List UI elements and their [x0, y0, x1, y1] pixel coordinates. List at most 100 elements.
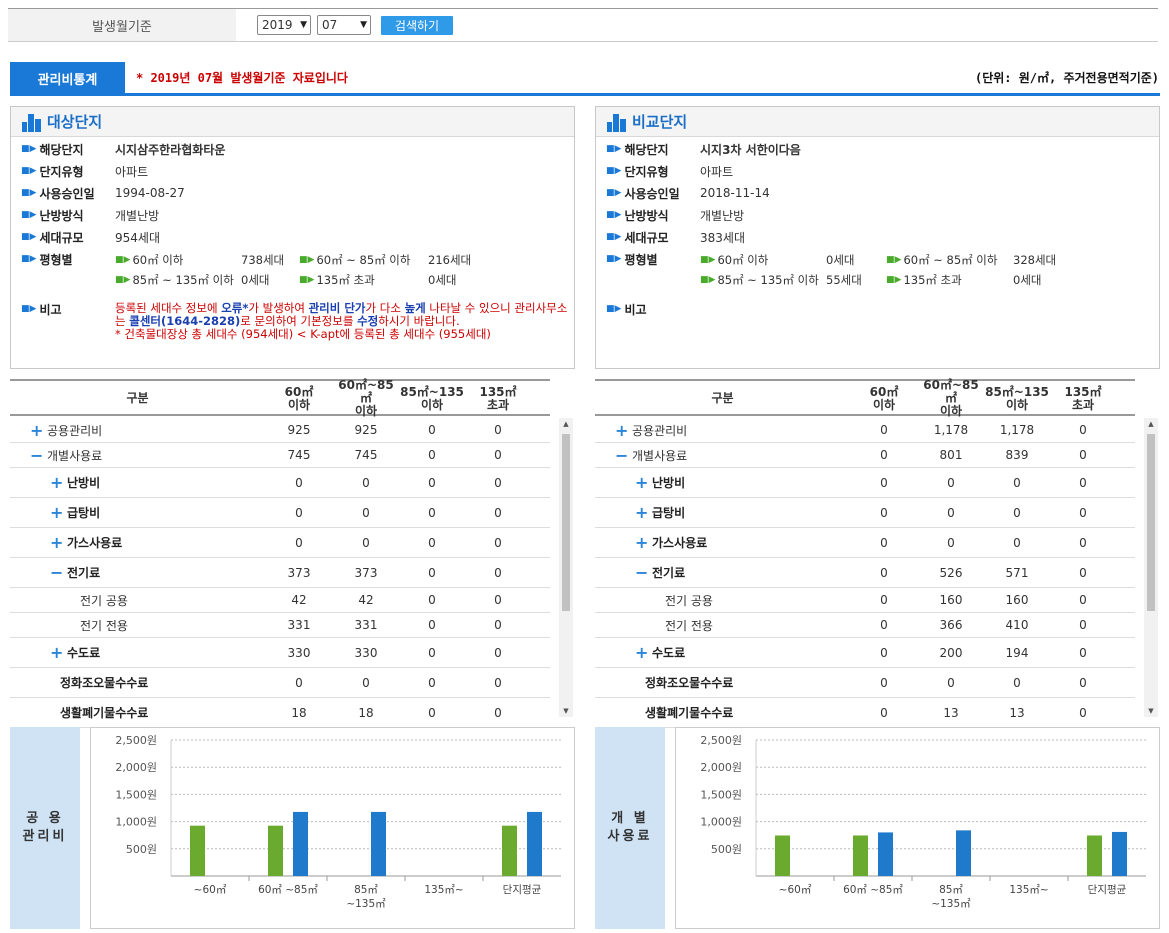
table-cell: 571: [1005, 565, 1029, 580]
x-tick-label: ~60㎡: [194, 884, 227, 896]
row-label: 전기 공용: [80, 593, 128, 608]
table-cell: 0: [947, 675, 955, 690]
bar: [371, 811, 386, 876]
table-scrollbar[interactable]: ▲ ▼: [1144, 418, 1158, 717]
arrow-icon: ■▶: [21, 254, 37, 264]
table-cell: 410: [1005, 618, 1029, 632]
size-count: 216세대: [428, 253, 472, 267]
table-row: 생활폐기물수수료 18 18 0 0: [10, 698, 550, 728]
table-cell: 0: [880, 645, 888, 660]
table-cell: 18: [291, 705, 307, 720]
scroll-up-icon[interactable]: ▲: [1144, 418, 1158, 430]
table-cell: 0: [494, 535, 502, 550]
y-tick-label: 500원: [711, 843, 742, 856]
table-cell: 42: [291, 593, 307, 607]
plus-icon[interactable]: +: [30, 421, 43, 440]
plus-icon[interactable]: +: [50, 533, 63, 552]
notice-text: * 2019년 07월 발생월기준 자료입니다: [136, 71, 348, 85]
table-cell: 0: [428, 675, 436, 690]
year-select[interactable]: 2019 ▼: [257, 15, 311, 35]
y-tick-label: 1,500원: [700, 788, 742, 801]
col-header: 60㎡ 이하: [869, 384, 899, 412]
minus-icon[interactable]: −: [50, 563, 63, 582]
plus-icon[interactable]: +: [50, 503, 63, 522]
row-label: 생활폐기물수수료: [645, 706, 734, 720]
table-row: − 개별사용료 745 745 0 0: [10, 443, 550, 468]
y-tick-label: 500원: [126, 843, 157, 856]
table-cell: 0: [880, 705, 888, 720]
plus-icon[interactable]: +: [635, 473, 648, 492]
bar: [502, 825, 517, 876]
table-cell: 0: [494, 505, 502, 520]
table-cell: 0: [1079, 535, 1087, 550]
plus-icon[interactable]: +: [50, 643, 63, 662]
arrow-icon: ■▶: [886, 275, 902, 285]
plus-icon[interactable]: +: [615, 421, 628, 440]
heating-type: 개별난방: [115, 208, 160, 223]
size-label: ■▶ 60㎡ 이하: [115, 253, 184, 267]
minus-icon[interactable]: −: [615, 446, 628, 465]
scroll-up-icon[interactable]: ▲: [559, 418, 573, 430]
info-row-type: ■▶ 단지유형 아파트: [606, 164, 734, 179]
plus-icon[interactable]: +: [635, 643, 648, 662]
building-icon: [606, 112, 628, 132]
table-scrollbar[interactable]: ▲ ▼: [559, 418, 573, 717]
table-row: − 전기료 373 373 0 0: [10, 558, 550, 588]
size-count: 328세대: [1013, 253, 1057, 267]
scroll-thumb[interactable]: [1147, 434, 1155, 611]
size-label: ■▶ 85㎡ ~ 135㎡ 이하: [700, 273, 819, 287]
table-row: 정화조오물수수료 0 0 0 0: [595, 668, 1135, 698]
row-label: 급탕비: [652, 506, 686, 520]
table-cell: 0: [494, 705, 502, 720]
search-button[interactable]: 검색하기: [381, 16, 453, 35]
table-cell: 0: [295, 505, 303, 520]
table-row: 전기 공용 42 42 0 0: [10, 588, 550, 613]
table-cell: 0: [428, 565, 436, 580]
cost-table-compare: 구분 60㎡ 이하 60㎡~85㎡ 이하 85㎡~135 이하 135㎡ 초과 + 공용관…: [595, 379, 1135, 728]
scroll-down-icon[interactable]: ▼: [1144, 705, 1158, 717]
chevron-down-icon: ▼: [360, 20, 367, 30]
x-tick-label: 60㎡ ~85㎡: [258, 884, 318, 896]
table-row: − 전기료 0 526 571 0: [595, 558, 1135, 588]
bar: [1112, 831, 1127, 876]
tab-underline: [10, 93, 1160, 96]
table-cell: 0: [1013, 505, 1021, 520]
complex-name: 시지3차 서한이다음: [700, 142, 801, 157]
table-cell: 0: [880, 675, 888, 690]
plus-icon[interactable]: +: [635, 533, 648, 552]
minus-icon[interactable]: −: [635, 563, 648, 582]
table-cell: 745: [287, 448, 311, 462]
info-row-scale: ■▶ 세대규모 383세대: [606, 230, 745, 245]
x-tick-label: 단지평균: [1088, 884, 1127, 896]
plus-icon[interactable]: +: [50, 473, 63, 492]
plus-icon[interactable]: +: [635, 503, 648, 522]
col-header: 135㎡ 초과: [1064, 384, 1102, 412]
table-cell: 0: [494, 645, 502, 660]
month-select[interactable]: 07 ▼: [317, 15, 371, 35]
x-tick-label: 60㎡ ~85㎡: [843, 884, 903, 896]
minus-icon[interactable]: −: [30, 446, 43, 465]
arrow-icon: ■▶: [606, 188, 622, 198]
bar: [293, 811, 308, 876]
scroll-down-icon[interactable]: ▼: [559, 705, 573, 717]
bar: [1087, 835, 1102, 876]
table-row: + 공용관리비 925 925 0 0: [10, 418, 550, 443]
info-row-size: ■▶ 평형별: [606, 252, 658, 267]
table-cell: 0: [494, 565, 502, 580]
table-row: + 공용관리비 0 1,178 1,178 0: [595, 418, 1135, 443]
cost-table-target: 구분 60㎡ 이하 60㎡~85㎡ 이하 85㎡~135 이하 135㎡ 초과 + 공용관…: [10, 379, 550, 728]
scroll-thumb[interactable]: [562, 434, 570, 611]
table-cell: 1,178: [933, 423, 969, 437]
table-cell: 925: [354, 423, 378, 437]
panel-header: 대상단지: [11, 107, 574, 137]
size-label: ■▶ 60㎡ ~ 85㎡ 이하: [886, 253, 998, 267]
table-cell: 0: [362, 675, 370, 690]
compare-complex-panel: 비교단지 ■▶ 해당단지 시지3차 서한이다음 ■▶ 단지유형 아파트 ■▶ 사용승인…: [595, 106, 1160, 369]
bar: [527, 811, 542, 876]
x-tick-label: 135㎡~: [424, 884, 463, 896]
row-label: 전기료: [67, 566, 101, 580]
tab-management-stats[interactable]: 관리비통계: [10, 62, 125, 94]
table-row: 전기 공용 0 160 160 0: [595, 588, 1135, 613]
bar: [190, 825, 205, 876]
table-cell: 330: [354, 645, 378, 660]
